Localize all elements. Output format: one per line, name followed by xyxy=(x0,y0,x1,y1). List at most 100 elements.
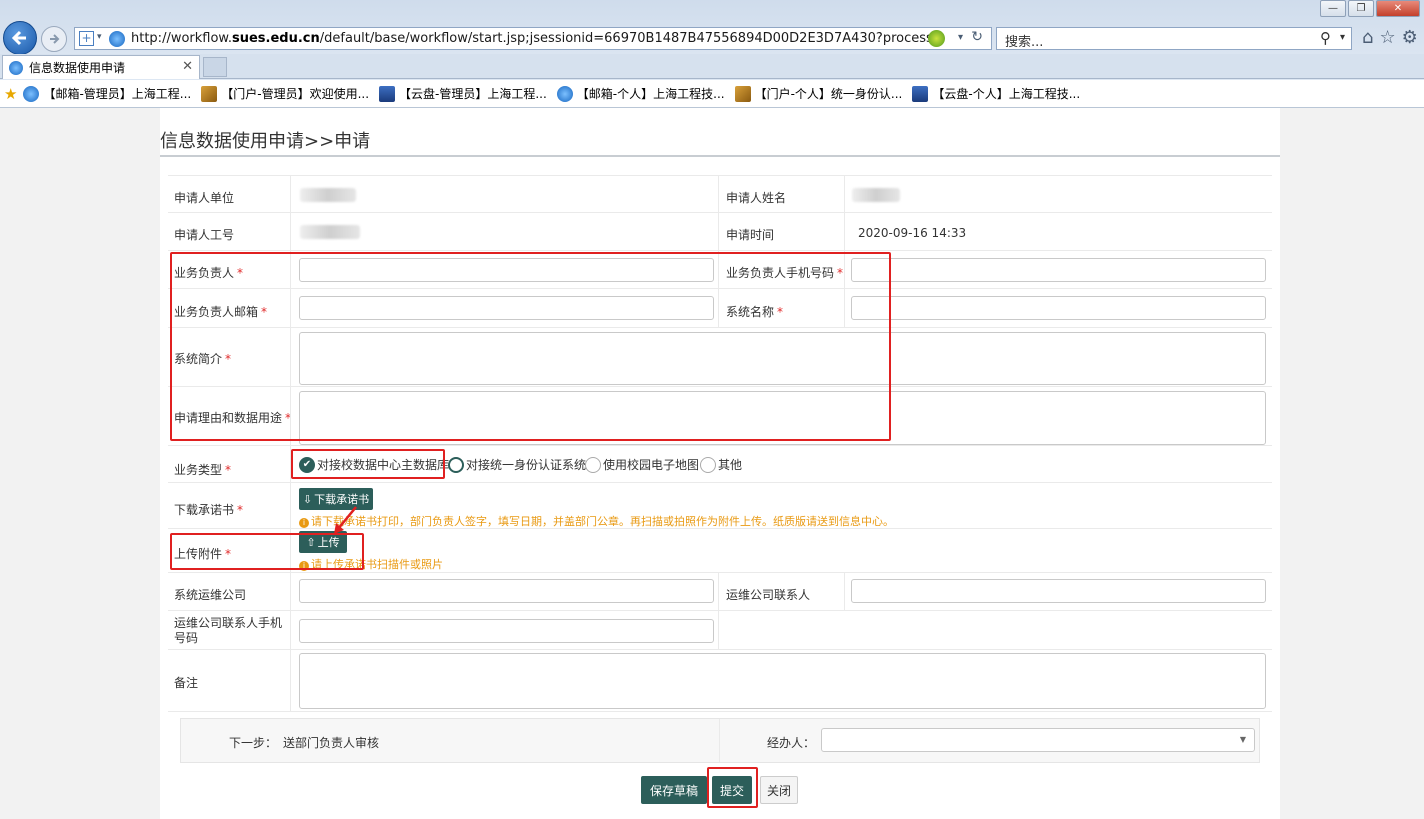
toolbar-icons: ⌂ ☆ ⚙ xyxy=(1362,27,1418,48)
cloud-icon xyxy=(912,85,929,102)
remark-textarea[interactable] xyxy=(299,653,1266,709)
apply-time-value: 2020-09-16 14:33 xyxy=(858,226,967,240)
divider xyxy=(290,483,291,529)
commitment-label: 下载承诺书 * xyxy=(174,501,243,518)
info-icon: i xyxy=(299,518,309,528)
next-step-panel: 下一步： 送部门负责人审核 经办人： ▼ xyxy=(180,718,1260,763)
applicant-id-label: 申请人工号 xyxy=(174,228,235,242)
cloud-icon xyxy=(379,85,396,102)
tab-bar: 信息数据使用申请 ✕ xyxy=(0,54,1424,79)
applicant-unit-label: 申请人单位 xyxy=(174,191,235,205)
portal-icon xyxy=(734,85,751,102)
handler-label: 经办人： xyxy=(767,736,816,750)
biz-type-option[interactable]: 使用校园电子地图 xyxy=(585,456,699,473)
back-button[interactable] xyxy=(3,21,37,55)
close-window-button[interactable]: ✕ xyxy=(1376,0,1420,17)
divider xyxy=(718,176,719,214)
new-tab-button[interactable] xyxy=(203,57,227,77)
system-name-input[interactable] xyxy=(851,296,1266,320)
address-bar-row: + ▾ http://workflow.sues.edu.cn/default/… xyxy=(0,0,1424,55)
favorite-item[interactable]: 【邮箱-个人】上海工程技... xyxy=(556,85,725,102)
ie-page-icon xyxy=(109,31,125,47)
form-row: 申请人单位 申请人姓名 xyxy=(168,175,1272,214)
ie-icon xyxy=(556,85,573,102)
tab-title: 信息数据使用申请 xyxy=(29,61,126,75)
ops-company-input[interactable] xyxy=(299,579,714,603)
favorite-item[interactable]: 【云盘-管理员】上海工程... xyxy=(379,85,547,102)
search-icon[interactable]: ⚲ xyxy=(1320,29,1331,47)
biz-type-option[interactable]: 对接统一身份认证系统 xyxy=(448,456,586,473)
radio-icon xyxy=(585,456,601,473)
apply-time-label: 申请时间 xyxy=(726,228,775,242)
tab-close-icon[interactable]: ✕ xyxy=(182,59,193,74)
applicant-name-label: 申请人姓名 xyxy=(726,191,787,205)
favorite-label: 【门户-管理员】欢迎使用... xyxy=(221,87,370,101)
download-hint-text: 请下载承诺书打印，部门负责人签字，填写日期，并盖部门公章。再扫描或拍照作为附件上… xyxy=(311,515,894,528)
ops-phone-input[interactable] xyxy=(299,619,714,643)
home-icon[interactable]: ⌂ xyxy=(1362,27,1373,48)
window-controls: — ❐ ✕ xyxy=(1320,0,1420,17)
required-mark: * xyxy=(237,503,244,517)
download-icon: ⇩ xyxy=(302,492,313,506)
url-text[interactable]: http://workflow.sues.edu.cn/default/base… xyxy=(131,28,931,49)
commitment-label-text: 下载承诺书 xyxy=(174,503,235,517)
settings-gear-icon[interactable]: ⚙ xyxy=(1402,27,1418,48)
form-row: 备注 xyxy=(168,650,1272,712)
divider xyxy=(290,573,291,611)
biz-type-option[interactable]: 其他 xyxy=(700,456,742,473)
save-draft-button[interactable]: 保存草稿 xyxy=(641,776,707,804)
next-step-value: 送部门负责人审核 xyxy=(283,736,380,750)
annotation-box-submit xyxy=(707,767,758,808)
maximize-button[interactable]: ❐ xyxy=(1348,0,1374,17)
ops-contact-label: 运维公司联系人 xyxy=(726,588,811,602)
divider xyxy=(844,176,845,214)
portal-icon xyxy=(201,85,218,102)
annotation-box-required-fields xyxy=(170,252,891,441)
search-input[interactable]: 搜索... ⚲ ▾ xyxy=(996,27,1352,50)
favorite-item[interactable]: 【邮箱-管理员】上海工程... xyxy=(23,85,191,102)
chevron-down-icon: ▼ xyxy=(1239,735,1246,744)
minimize-button[interactable]: — xyxy=(1320,0,1346,17)
radio-icon xyxy=(700,456,716,473)
dropdown-icon[interactable]: ▾ xyxy=(97,32,102,42)
annotation-box-biz-type xyxy=(291,449,445,479)
favorites-star-icon[interactable]: ☆ xyxy=(1379,27,1395,48)
biz-type-option-label: 使用校园电子地图 xyxy=(603,458,700,472)
favorite-item[interactable]: 【门户-个人】统一身份认... xyxy=(734,85,903,102)
ie-icon xyxy=(23,85,40,102)
url-dropdown-icon[interactable]: ▾ xyxy=(958,32,963,43)
arrow-left-icon xyxy=(11,30,26,46)
close-button[interactable]: 关闭 xyxy=(760,776,798,804)
form-row: 运维公司联系人手机号码 xyxy=(168,611,1272,650)
biz-owner-phone-input[interactable] xyxy=(851,258,1266,282)
divider xyxy=(290,176,291,214)
divider xyxy=(718,573,719,611)
favorite-label: 【门户-个人】统一身份认... xyxy=(754,87,903,101)
biz-type-option-label: 其他 xyxy=(718,458,743,472)
ops-contact-input[interactable] xyxy=(851,579,1266,603)
add-tab-icon[interactable]: + xyxy=(79,31,94,46)
radio-icon xyxy=(448,456,464,473)
compat-icon[interactable] xyxy=(928,30,945,47)
ie-tab-icon xyxy=(9,60,23,75)
favorite-item[interactable]: 【门户-管理员】欢迎使用... xyxy=(201,85,369,102)
favorite-label: 【云盘-个人】上海工程技... xyxy=(932,87,1081,101)
download-hint: i 请下载承诺书打印，部门负责人签字，填写日期，并盖部门公章。再扫描或拍照作为附件… xyxy=(299,513,894,529)
divider xyxy=(844,213,845,251)
handler-select[interactable]: ▼ xyxy=(821,728,1255,752)
address-bar[interactable]: + ▾ http://workflow.sues.edu.cn/default/… xyxy=(74,27,992,50)
favorites-bar: ★ 【邮箱-管理员】上海工程... 【门户-管理员】欢迎使用... 【云盘-管理… xyxy=(0,80,1424,108)
favorites-star-icon[interactable]: ★ xyxy=(4,85,17,103)
refresh-icon[interactable]: ↻ xyxy=(971,29,983,45)
biz-type-option-label: 对接统一身份认证系统 xyxy=(466,458,587,472)
search-dropdown-icon[interactable]: ▾ xyxy=(1340,32,1345,43)
biz-type-label-text: 业务类型 xyxy=(174,463,223,477)
applicant-id-value xyxy=(300,225,360,239)
ops-company-label: 系统运维公司 xyxy=(174,588,247,602)
forward-button[interactable] xyxy=(41,26,67,52)
form-row: 系统运维公司 运维公司联系人 xyxy=(168,573,1272,611)
tab-active[interactable]: 信息数据使用申请 ✕ xyxy=(2,55,200,79)
favorite-item[interactable]: 【云盘-个人】上海工程技... xyxy=(912,85,1080,102)
ops-phone-label: 运维公司联系人手机号码 xyxy=(174,616,283,645)
favorite-label: 【邮箱-管理员】上海工程... xyxy=(43,87,192,101)
